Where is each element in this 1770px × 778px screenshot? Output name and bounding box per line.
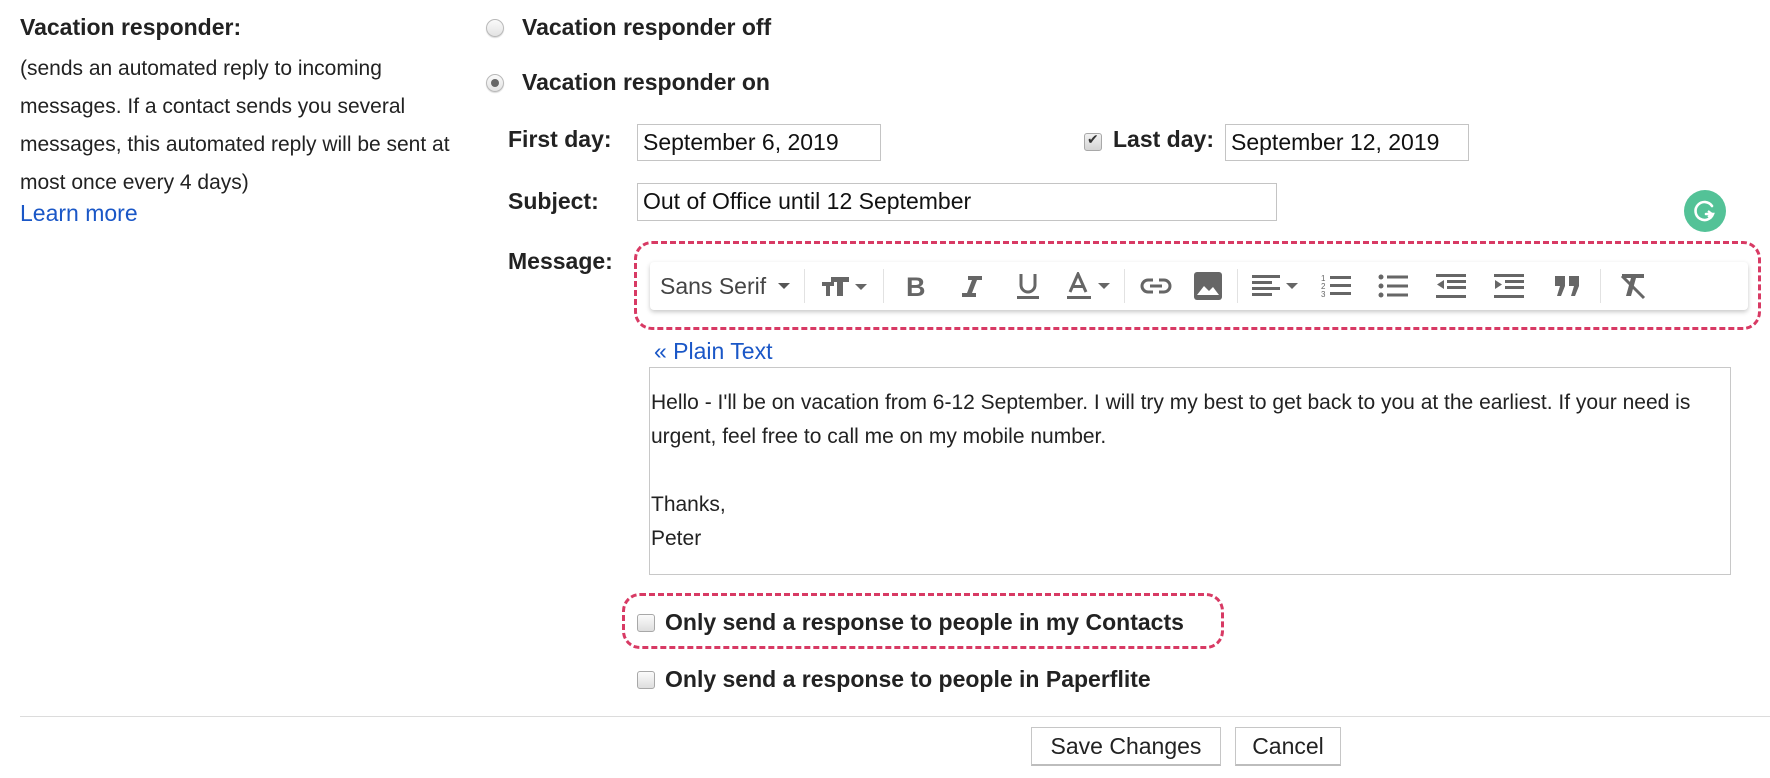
subject-label: Subject: (508, 188, 599, 214)
contacts-only-checkbox[interactable] (637, 614, 655, 632)
font-size-icon (822, 277, 867, 296)
indent-less-button[interactable] (1422, 266, 1480, 306)
svg-text:3: 3 (1321, 290, 1326, 299)
font-family-value: Sans Serif (660, 272, 767, 299)
font-size-button[interactable] (809, 266, 879, 306)
grammarly-icon (1694, 200, 1715, 222)
indent-less-icon (1436, 274, 1466, 298)
link-icon (1140, 278, 1172, 294)
font-family-select[interactable]: Sans Serif (650, 273, 800, 300)
responder-off-label[interactable]: Vacation responder off (522, 14, 771, 41)
subject-input[interactable]: Out of Office until 12 September (637, 183, 1277, 221)
bold-button[interactable]: B (888, 266, 944, 306)
message-line: Hello - I'll be on vacation from 6-12 Se… (651, 391, 1691, 448)
learn-more-link[interactable]: Learn more (20, 200, 138, 227)
numbered-list-icon: 123 (1321, 274, 1351, 299)
quote-icon (1555, 276, 1579, 296)
first-day-label: First day: (508, 126, 612, 152)
section-description: (sends an automated reply to incoming me… (20, 57, 450, 194)
italic-button[interactable] (944, 266, 1000, 306)
link-button[interactable] (1129, 266, 1183, 306)
underline-button[interactable] (1000, 266, 1056, 306)
responder-off-radio[interactable] (486, 19, 504, 37)
responder-on-label[interactable]: Vacation responder on (522, 69, 770, 96)
numbered-list-button[interactable]: 123 (1308, 266, 1364, 306)
message-label: Message: (508, 248, 613, 274)
italic-icon (962, 276, 982, 297)
quote-button[interactable] (1538, 266, 1596, 306)
underline-icon (1017, 274, 1039, 299)
toolbar-separator (804, 269, 805, 303)
toolbar-separator (1124, 269, 1125, 303)
cancel-button[interactable]: Cancel (1235, 727, 1341, 766)
indent-more-icon (1494, 274, 1524, 298)
image-icon (1194, 272, 1222, 300)
bulleted-list-icon (1378, 274, 1408, 298)
remove-formatting-button[interactable] (1605, 266, 1661, 306)
message-line: Peter (651, 527, 702, 550)
responder-on-radio[interactable] (486, 74, 504, 92)
formatting-toolbar: Sans Serif B 123 (650, 262, 1748, 310)
text-color-button[interactable] (1056, 266, 1120, 306)
bulleted-list-button[interactable] (1364, 266, 1422, 306)
bold-icon: B (906, 273, 926, 299)
remove-formatting-icon (1620, 274, 1646, 300)
message-line (651, 454, 1727, 488)
contacts-only-label[interactable]: Only send a response to people in my Con… (665, 609, 1184, 636)
text-color-icon (1067, 272, 1110, 299)
save-changes-button[interactable]: Save Changes (1031, 727, 1221, 766)
indent-more-button[interactable] (1480, 266, 1538, 306)
align-left-icon (1252, 275, 1298, 296)
divider (20, 716, 1770, 717)
chevron-down-icon (778, 283, 790, 289)
last-day-checkbox[interactable] (1084, 132, 1102, 151)
message-line: Thanks, (651, 493, 726, 516)
plain-text-link[interactable]: « Plain Text (654, 338, 772, 365)
org-only-checkbox[interactable] (637, 671, 655, 689)
toolbar-separator (1237, 269, 1238, 303)
svg-text:B: B (906, 273, 926, 299)
toolbar-separator (883, 269, 884, 303)
org-only-label[interactable]: Only send a response to people in Paperf… (665, 666, 1151, 693)
grammarly-button[interactable] (1684, 190, 1726, 232)
first-day-input[interactable]: September 6, 2019 (637, 124, 881, 161)
last-day-label: Last day: (1113, 126, 1214, 152)
toolbar-separator (1600, 269, 1601, 303)
align-button[interactable] (1242, 266, 1308, 306)
message-body-editor[interactable]: Hello - I'll be on vacation from 6-12 Se… (649, 367, 1731, 575)
section-title: Vacation responder: (20, 14, 242, 40)
insert-image-button[interactable] (1183, 266, 1233, 306)
last-day-input[interactable]: September 12, 2019 (1225, 124, 1469, 161)
